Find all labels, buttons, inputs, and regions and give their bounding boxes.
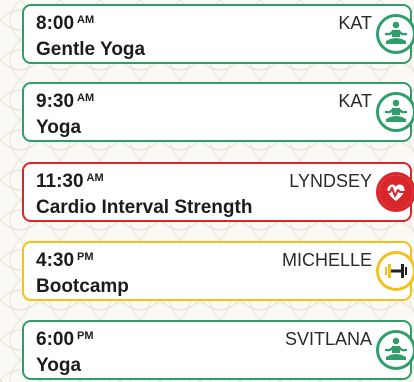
dumbbell-icon (376, 251, 414, 291)
class-time: 4:30 PM (36, 250, 94, 271)
class-instructor: MICHELLE (281, 250, 372, 270)
class-time: 9:30 AM (36, 91, 95, 112)
yoga-icon (376, 330, 414, 370)
class-title: Gentle Yoga (36, 39, 146, 60)
class-ampm: AM (77, 92, 95, 104)
class-card[interactable]: 11:30 AM LYNDSEY Cardio Interval Strength (22, 162, 414, 222)
class-card[interactable]: 9:30 AM KAT Yoga (22, 82, 414, 142)
class-ampm: AM (77, 14, 95, 26)
class-ampm: AM (86, 172, 104, 184)
class-card[interactable]: 6:00 PM SVITLANA Yoga (22, 320, 414, 380)
class-instructor: KAT (338, 13, 372, 33)
class-time: 8:00 AM (36, 13, 95, 34)
heartbeat-icon (376, 172, 414, 212)
class-ampm: PM (77, 330, 94, 342)
class-instructor: LYNDSEY (289, 171, 372, 191)
class-title: Yoga (36, 355, 82, 376)
class-schedule-list: 8:00 AM KAT Gentle Yoga 9:30 AM KAT Yoga 1… (0, 0, 414, 382)
class-ampm: PM (77, 251, 94, 263)
class-title: Cardio Interval Strength (36, 197, 253, 218)
class-time: 6:00 PM (36, 329, 94, 350)
yoga-icon (376, 92, 414, 132)
class-card[interactable]: 4:30 PM MICHELLE Bootcamp (22, 241, 414, 301)
class-card[interactable]: 8:00 AM KAT Gentle Yoga (22, 4, 414, 64)
class-instructor: KAT (338, 91, 372, 111)
class-title: Bootcamp (36, 276, 129, 297)
class-title: Yoga (36, 117, 82, 138)
yoga-icon (376, 14, 414, 54)
class-instructor: SVITLANA (284, 329, 372, 349)
class-time: 11:30 AM (36, 171, 104, 192)
